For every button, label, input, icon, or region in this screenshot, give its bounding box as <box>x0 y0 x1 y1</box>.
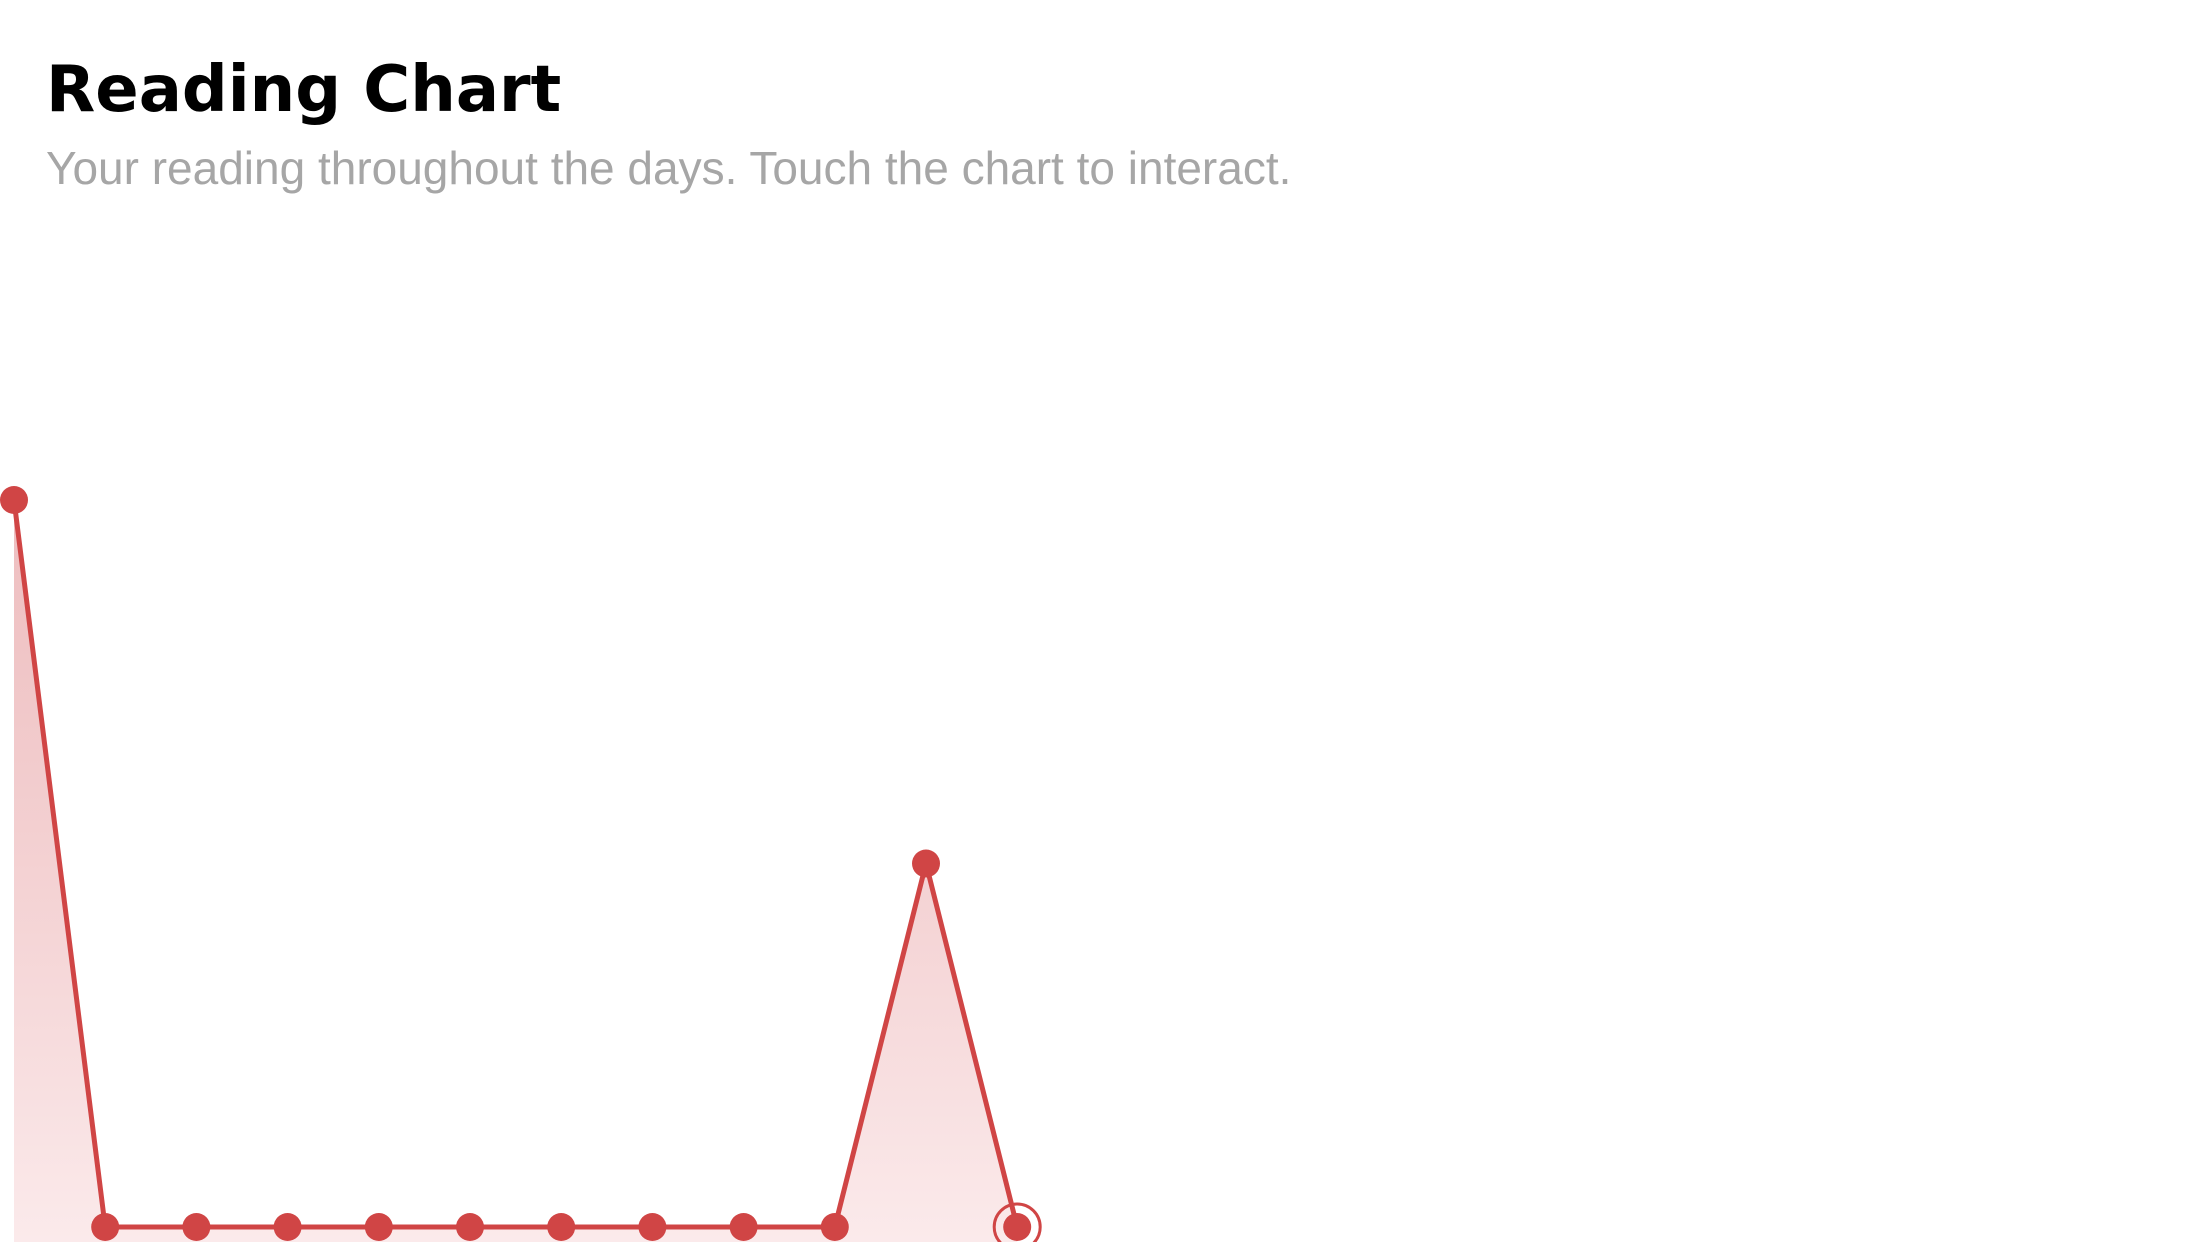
data-point-4[interactable] <box>273 1213 302 1241</box>
chart-area-fill <box>14 500 1018 1242</box>
data-point-12[interactable] <box>1003 1213 1032 1241</box>
data-point-8[interactable] <box>638 1213 667 1241</box>
data-point-3[interactable] <box>182 1213 211 1241</box>
data-point-10[interactable] <box>820 1213 849 1241</box>
page-title: Reading Chart <box>46 53 562 127</box>
chart-area-fill-group <box>14 500 1018 1242</box>
data-point-7[interactable] <box>547 1213 576 1241</box>
data-point-11[interactable] <box>912 849 940 878</box>
data-point-9[interactable] <box>729 1213 758 1241</box>
data-point-5[interactable] <box>364 1213 393 1241</box>
data-point-6[interactable] <box>456 1213 484 1241</box>
data-point-2[interactable] <box>91 1213 120 1241</box>
page-subtitle: Your reading throughout the days. Touch … <box>46 142 1292 194</box>
chart-header: Reading Chart Your reading throughout th… <box>46 50 2146 196</box>
data-point-1[interactable] <box>0 486 28 514</box>
